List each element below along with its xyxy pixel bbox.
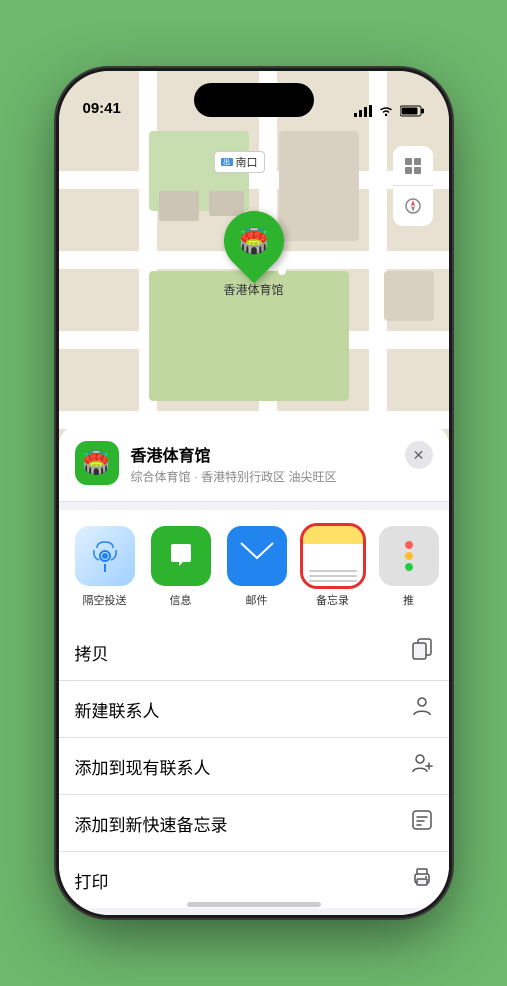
venue-name: 香港体育馆	[131, 442, 433, 466]
notes-label: 备忘录	[316, 592, 349, 608]
action-add-notes[interactable]: 添加到新快速备忘录	[59, 795, 449, 852]
location-pin: 🏟️ 香港体育馆	[223, 211, 283, 298]
mail-icon-bg	[227, 526, 287, 586]
map-controls	[393, 146, 433, 226]
venue-subtitle: 综合体育馆 · 香港特别行政区 油尖旺区	[131, 468, 433, 485]
more-icon	[405, 541, 413, 571]
mail-label: 邮件	[246, 592, 268, 608]
print-label: 打印	[75, 868, 109, 893]
person-plus-icon	[411, 752, 433, 780]
action-list: 拷贝 新建联系人	[59, 624, 449, 908]
action-copy[interactable]: 拷贝	[59, 624, 449, 681]
action-print[interactable]: 打印	[59, 852, 449, 908]
person-icon	[411, 695, 433, 723]
airdrop-icon	[89, 540, 121, 572]
home-indicator	[187, 902, 321, 907]
share-row: 隔空投送 信息 邮件	[59, 510, 449, 624]
close-button[interactable]: ✕	[405, 441, 433, 469]
more-label: 推	[403, 592, 414, 608]
message-icon-bg	[151, 526, 211, 586]
dynamic-island	[194, 83, 314, 117]
venue-pin-icon: 🏟️	[239, 227, 269, 256]
wifi-icon	[378, 105, 394, 117]
venue-icon: 🏟️	[75, 441, 119, 485]
venue-card: 🏟️ 香港体育馆 综合体育馆 · 香港特别行政区 油尖旺区 ✕	[59, 425, 449, 502]
printer-icon	[411, 866, 433, 894]
share-item-message[interactable]: 信息	[151, 526, 211, 608]
message-icon	[165, 540, 197, 572]
mail-icon	[240, 542, 274, 570]
action-new-contact[interactable]: 新建联系人	[59, 681, 449, 738]
compass-icon	[403, 196, 423, 216]
note-icon	[411, 809, 433, 837]
battery-icon	[400, 105, 425, 117]
share-item-airdrop[interactable]: 隔空投送	[75, 526, 135, 608]
entrance-icon: 出	[221, 158, 233, 166]
notes-icon	[303, 526, 363, 586]
phone-frame: 09:41	[59, 71, 449, 915]
bottom-sheet: 🏟️ 香港体育馆 综合体育馆 · 香港特别行政区 油尖旺区 ✕	[59, 425, 449, 915]
message-label: 信息	[170, 592, 192, 608]
status-time: 09:41	[83, 100, 121, 117]
more-icon-bg	[379, 526, 439, 586]
add-notes-label: 添加到新快速备忘录	[75, 811, 228, 836]
copy-icon	[411, 638, 433, 666]
airdrop-label: 隔空投送	[83, 592, 127, 608]
location-button[interactable]	[393, 186, 433, 226]
add-existing-label: 添加到现有联系人	[75, 754, 211, 779]
venue-info: 香港体育馆 综合体育馆 · 香港特别行政区 油尖旺区	[131, 442, 433, 485]
map-layers-icon	[403, 156, 423, 176]
map-type-button[interactable]	[393, 146, 433, 186]
share-item-mail[interactable]: 邮件	[227, 526, 287, 608]
status-icons	[354, 105, 425, 117]
signal-icon	[354, 105, 372, 117]
pin-dot	[277, 267, 285, 275]
copy-label: 拷贝	[75, 640, 109, 665]
map-entrance-label: 出 南口	[214, 151, 265, 173]
airdrop-icon-bg	[75, 526, 135, 586]
new-contact-label: 新建联系人	[75, 697, 160, 722]
share-item-notes[interactable]: 备忘录	[303, 526, 363, 608]
share-item-more[interactable]: 推	[379, 526, 439, 608]
entrance-text: 南口	[236, 154, 258, 170]
notes-icon-bg	[303, 526, 363, 586]
action-add-existing[interactable]: 添加到现有联系人	[59, 738, 449, 795]
